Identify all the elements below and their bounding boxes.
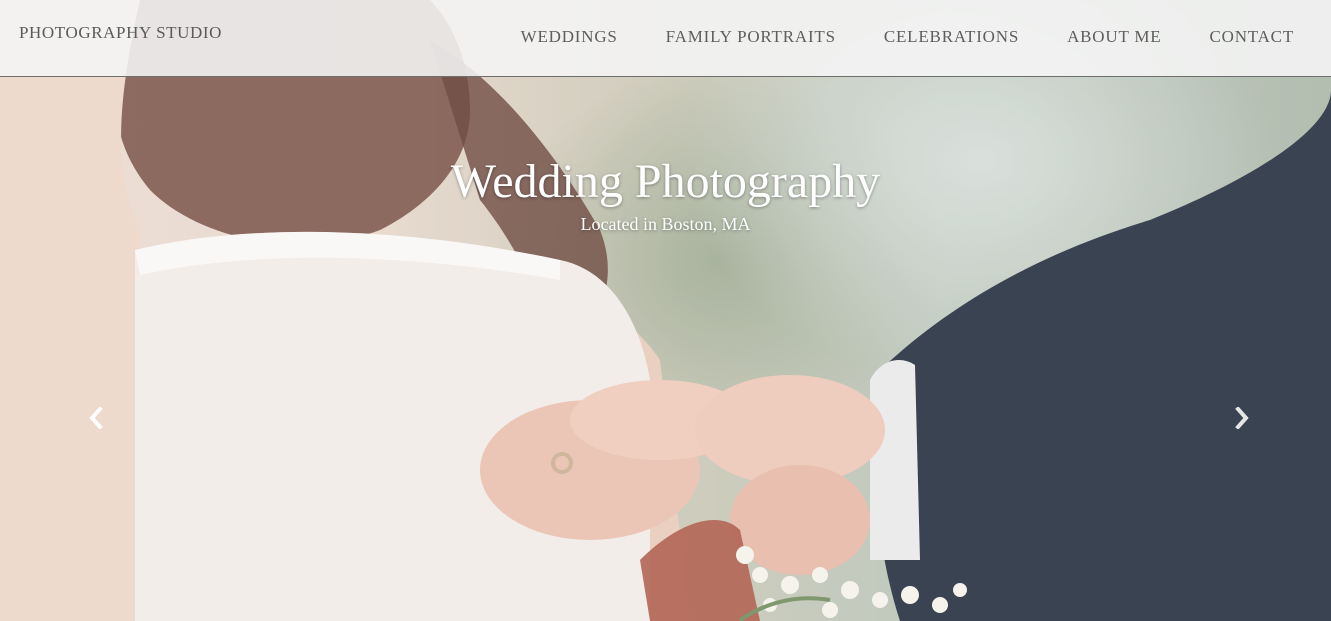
carousel-next-button[interactable]	[1222, 398, 1262, 438]
page: PHOTOGRAPHY STUDIO WEDDINGS FAMILY PORTR…	[0, 0, 1331, 621]
hero-subtitle: Located in Boston, MA	[580, 214, 751, 234]
chevron-left-icon	[89, 407, 103, 429]
nav-link-family-portraits[interactable]: FAMILY PORTRAITS	[666, 27, 836, 47]
carousel-prev-button[interactable]	[76, 398, 116, 438]
hero-photo-illustration	[0, 0, 1331, 621]
brand-link[interactable]: PHOTOGRAPHY STUDIO	[19, 23, 222, 43]
hero-title: Wedding Photography	[450, 155, 881, 208]
chevron-right-icon	[1235, 407, 1249, 429]
top-navbar: PHOTOGRAPHY STUDIO WEDDINGS FAMILY PORTR…	[0, 0, 1331, 77]
carousel-caption: Wedding Photography Located in Boston, M…	[0, 152, 1331, 236]
nav-link-celebrations[interactable]: CELEBRATIONS	[884, 27, 1019, 47]
nav-link-contact[interactable]: CONTACT	[1209, 27, 1294, 47]
nav-link-about-me[interactable]: ABOUT ME	[1067, 27, 1161, 47]
nav-link-weddings[interactable]: WEDDINGS	[521, 27, 618, 47]
hero-image	[0, 0, 1331, 621]
nav-links: WEDDINGS FAMILY PORTRAITS CELEBRATIONS A…	[473, 27, 1294, 47]
